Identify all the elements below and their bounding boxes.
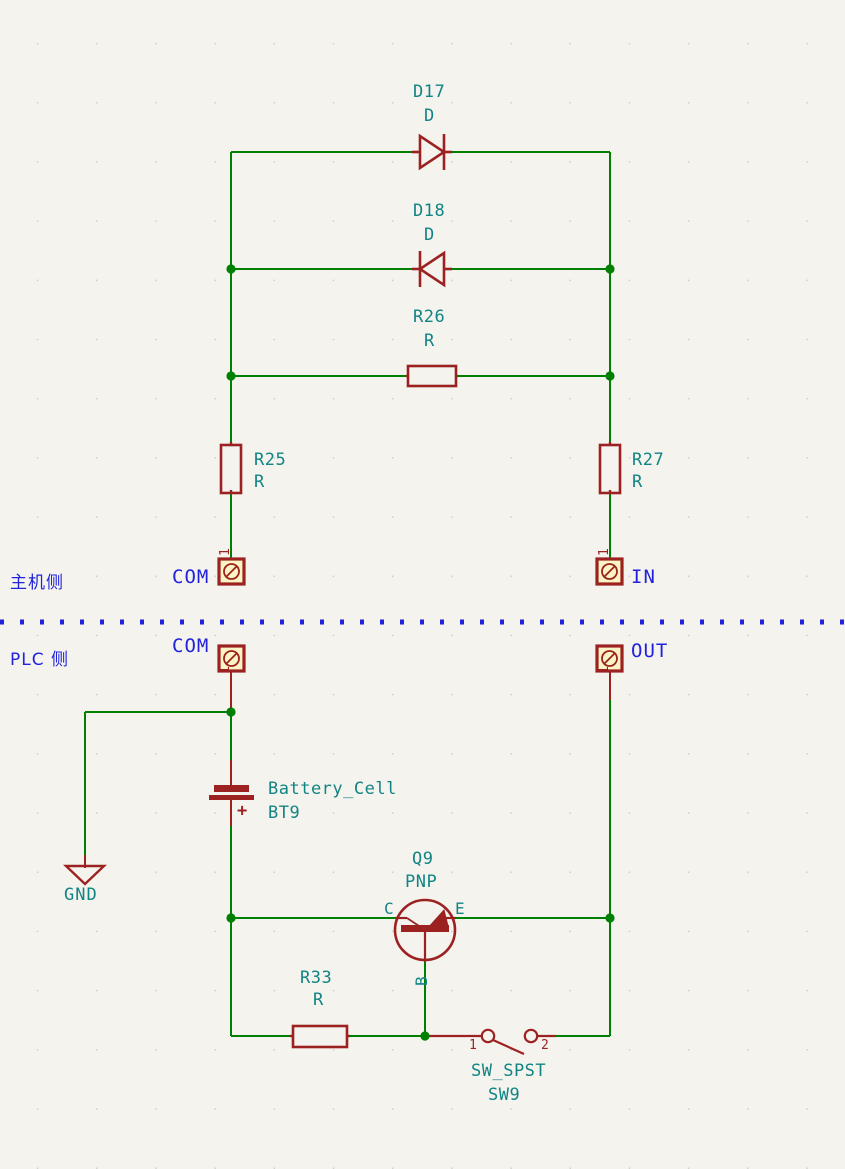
symbol-r25-resistor[interactable] (219, 442, 243, 495)
symbol-q9-pnp-transistor[interactable] (393, 898, 457, 962)
symbol-gnd-power-port[interactable] (62, 855, 108, 886)
symbol-d17-diode[interactable] (412, 133, 452, 171)
schematic-drawing (0, 133, 845, 1056)
schematic-canvas: D17 D D18 D R26 R R25 R R27 R R33 R Batt… (0, 0, 845, 1169)
pnp-emitter-arrow (425, 908, 449, 930)
host-side-wires (230, 151, 611, 562)
switch-contact-1 (480, 1028, 496, 1044)
terminal-in-host[interactable] (595, 557, 624, 586)
symbol-r33-resistor[interactable] (290, 1024, 350, 1049)
plc-side-wires (84, 665, 611, 1037)
battery-negative-plate (214, 785, 249, 792)
switch-contact-2 (523, 1028, 539, 1044)
symbol-r27-resistor[interactable] (598, 442, 622, 495)
junction-dot (605, 264, 615, 274)
junction-dot (226, 371, 236, 381)
battery-positive-plate (209, 795, 254, 800)
switch-lever (492, 1038, 525, 1056)
symbol-bt9-battery[interactable] (209, 760, 254, 826)
terminal-com-host[interactable] (217, 557, 246, 586)
symbol-d18-diode[interactable] (412, 250, 452, 288)
junction-dot (226, 707, 236, 717)
junction-dot (420, 1031, 430, 1041)
symbol-sw9-spst-switch[interactable] (425, 1028, 556, 1056)
junction-dot (226, 264, 236, 274)
junction-dots-plc (226, 707, 615, 1041)
junction-dot (605, 913, 615, 923)
terminal-com-plc[interactable] (217, 644, 246, 712)
junction-dot (605, 371, 615, 381)
symbol-r26-resistor[interactable] (406, 364, 458, 388)
terminal-out-plc[interactable] (595, 644, 624, 700)
junction-dot (226, 913, 236, 923)
